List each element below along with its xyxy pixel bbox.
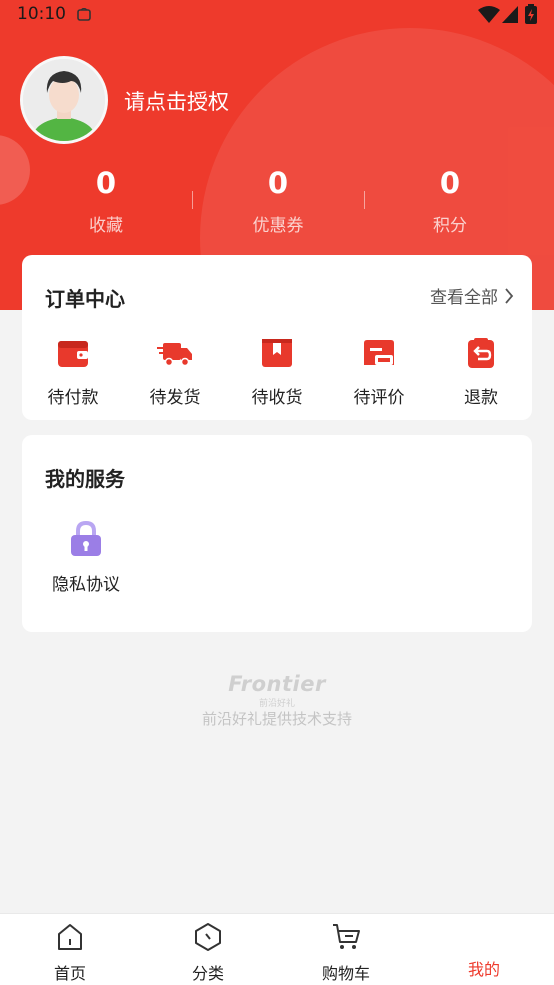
order-center-card: 订单中心 查看全部 待付款 待发货 待收货 待评价 退款 (22, 255, 532, 420)
tab-home[interactable]: 首页 (20, 922, 120, 984)
profile-icon (469, 922, 499, 952)
order-item-label: 待付款 (47, 388, 99, 408)
stat-favorites[interactable]: 0 收藏 (41, 165, 171, 236)
tab-cart[interactable]: 购物车 (296, 922, 396, 984)
stat-label: 优惠券 (252, 216, 304, 236)
stat-coupons[interactable]: 0 优惠券 (213, 165, 343, 236)
login-prompt[interactable]: 请点击授权 (124, 86, 229, 116)
stat-value: 0 (267, 166, 289, 200)
category-icon (195, 923, 221, 951)
stat-divider (192, 191, 193, 209)
status-time: 10:10 (17, 4, 66, 24)
refund-icon (468, 338, 494, 368)
tech-support-text: 前沿好礼提供技术支持 (201, 710, 352, 728)
notification-icon (77, 8, 91, 21)
review-icon (364, 340, 394, 365)
tab-label: 分类 (191, 964, 224, 983)
order-item-label: 待收货 (251, 388, 303, 408)
my-services-title: 我的服务 (45, 467, 125, 491)
order-item-label: 待发货 (149, 388, 201, 408)
stat-label: 收藏 (89, 216, 123, 236)
avatar[interactable] (20, 56, 108, 144)
order-center-title: 订单中心 (45, 287, 125, 311)
my-services-card: 我的服务 隐私协议 (22, 435, 532, 632)
lock-icon (71, 520, 101, 556)
privacy-policy-item[interactable]: 隐私协议 (44, 520, 128, 595)
delivery-truck-icon (157, 343, 192, 367)
stats-row: 0 收藏 0 优惠券 0 积分 (20, 165, 534, 245)
order-item-label: 退款 (464, 388, 498, 408)
brand-name: Frontier (228, 672, 326, 696)
wifi-icon (478, 6, 500, 23)
brand-logo: Frontier 前沿好礼 (0, 672, 554, 709)
stat-divider (364, 191, 365, 209)
order-pending-receipt[interactable]: 待收货 (232, 335, 322, 408)
tab-label: 购物车 (321, 964, 370, 983)
service-label: 隐私协议 (52, 575, 120, 595)
order-item-label: 待评价 (353, 388, 405, 408)
order-pending-shipment[interactable]: 待发货 (130, 335, 220, 408)
bottom-tab-bar: 首页 分类 购物车 我的 (0, 913, 554, 985)
tab-label: 我的 (467, 960, 500, 979)
default-avatar-icon (23, 59, 105, 141)
tab-label: 首页 (53, 964, 86, 983)
order-refund[interactable]: 退款 (436, 335, 526, 408)
stat-points[interactable]: 0 积分 (385, 165, 515, 236)
battery-icon (525, 4, 537, 24)
package-icon (262, 339, 292, 367)
stat-value: 0 (95, 166, 117, 200)
stat-label: 积分 (433, 216, 467, 236)
tab-category[interactable]: 分类 (158, 922, 258, 984)
cart-icon (333, 924, 360, 949)
chevron-right-icon (505, 287, 514, 304)
home-icon (58, 924, 82, 950)
view-all-orders-link[interactable]: 查看全部 (430, 283, 514, 308)
stat-value: 0 (439, 166, 461, 200)
order-pending-review[interactable]: 待评价 (334, 335, 424, 408)
view-all-label: 查看全部 (430, 288, 498, 308)
tab-profile[interactable]: 我的 (434, 922, 534, 980)
status-bar: 10:10 (0, 0, 554, 30)
wallet-icon (58, 341, 88, 367)
order-pending-payment[interactable]: 待付款 (28, 335, 118, 408)
signal-icon (502, 6, 518, 23)
